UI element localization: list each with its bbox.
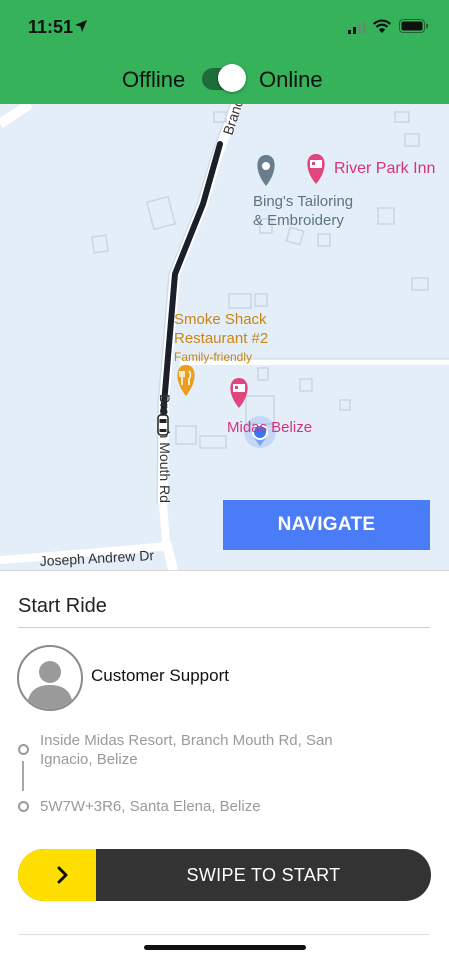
battery-icon: [399, 19, 428, 33]
online-label: Online: [259, 67, 323, 92]
pickup-address: Inside Midas Resort, Branch Mouth Rd, Sa…: [40, 732, 333, 768]
ride-panel: Start Ride Customer Support Inside Midas…: [0, 570, 449, 961]
app-header: 11:51 Offline Online: [0, 0, 449, 104]
navigate-button[interactable]: NAVIGATE: [223, 500, 430, 550]
ride-title: Start Ride: [18, 595, 107, 617]
dropoff-address: 5W7W+3R6, Santa Elena, Belize: [40, 798, 261, 815]
person-silhouette-icon: [27, 661, 73, 709]
hotel-pin-icon: [307, 154, 325, 184]
offline-label: Offline: [122, 67, 186, 92]
restaurant-pin-icon: [177, 365, 195, 396]
poi-label-bings-tailoring[interactable]: Bing's Tailoring & Embroidery: [253, 192, 353, 230]
chevron-right-icon: [57, 866, 68, 884]
online-toggle-knob[interactable]: [218, 64, 246, 92]
status-time: 11:51: [28, 17, 74, 37]
hotel-pin-icon: [230, 378, 248, 408]
road-label-branch: Branch Mouth Rd: [157, 394, 173, 503]
swipe-handle[interactable]: [18, 849, 96, 901]
road-label-joseph: Joseph Andrew Dr: [39, 547, 154, 569]
place-pin-icon: [257, 155, 275, 186]
swipe-label: SWIPE TO START: [186, 864, 341, 885]
customer-name: Customer Support: [91, 666, 229, 685]
poi-label-river-park-inn[interactable]: River Park Inn: [334, 159, 435, 178]
customer-avatar[interactable]: [17, 645, 83, 711]
home-indicator[interactable]: [144, 945, 306, 950]
swipe-to-start-slider[interactable]: SWIPE TO START: [18, 849, 431, 901]
route-connector: [22, 761, 24, 791]
poi-label-smoke-shack[interactable]: Smoke Shack Restaurant #2: [174, 310, 268, 348]
location-arrow-icon: [75, 20, 87, 32]
poi-label-midas-belize[interactable]: Midas Belize: [227, 418, 312, 437]
poi-sublabel-smoke-shack: Family-friendly: [174, 350, 253, 364]
bottom-divider: [18, 934, 430, 935]
vehicle-marker-icon: [157, 414, 169, 436]
wifi-icon: [373, 19, 391, 33]
road-label-branch-top: Branc: [220, 104, 247, 137]
cellular-signal-icon: [348, 21, 366, 34]
title-divider: [18, 627, 430, 628]
availability-toggle-row: Offline Online: [0, 64, 449, 94]
dropoff-dot-icon: [18, 801, 29, 812]
pickup-dot-icon: [18, 744, 29, 755]
